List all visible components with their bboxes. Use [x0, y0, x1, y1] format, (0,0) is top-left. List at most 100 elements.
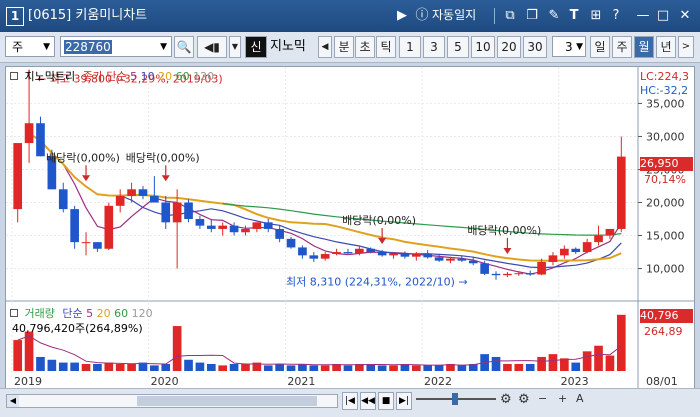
- volume-bar: [298, 363, 307, 371]
- volume-bar: [514, 363, 524, 371]
- btn-5[interactable]: 5: [447, 36, 469, 58]
- candle-body: [206, 225, 216, 229]
- y-tick-label: 30,000: [646, 130, 685, 143]
- scroll-thumb[interactable]: [137, 396, 317, 406]
- volume-bar: [161, 363, 171, 371]
- copy-icon[interactable]: ❐: [524, 7, 540, 24]
- btn-year[interactable]: 년: [656, 36, 676, 58]
- chevron-down-icon[interactable]: ▼: [229, 36, 241, 58]
- low-note: 최저 8,310 (224,31%, 2022/10) →: [286, 276, 468, 289]
- candle-body: [127, 189, 136, 196]
- btn-1[interactable]: 1: [399, 36, 421, 58]
- volume-bar: [582, 351, 592, 371]
- tool-icon[interactable]: ✎: [546, 7, 562, 24]
- btn-3[interactable]: 3: [423, 36, 445, 58]
- btn-minute[interactable]: 분: [334, 36, 354, 58]
- minus-icon[interactable]: −: [538, 392, 547, 405]
- y-tick-label: 15,000: [646, 230, 685, 243]
- volume-bar: [70, 362, 79, 371]
- dividend-label: 배당락(0,00%): [342, 214, 416, 227]
- chart-settings-icon[interactable]: ⚙: [518, 392, 530, 407]
- candle-body: [286, 238, 296, 248]
- period-select[interactable]: 주 ▼: [5, 36, 55, 57]
- candle-body: [503, 273, 512, 276]
- text-icon[interactable]: T: [566, 7, 582, 24]
- candle-body: [309, 255, 319, 259]
- candle-body: [616, 156, 626, 229]
- period-select-value: 주: [12, 40, 24, 54]
- code-input[interactable]: 228760 ▼: [60, 36, 172, 57]
- volume-bar: [241, 363, 250, 371]
- grid-icon[interactable]: ⊞: [588, 7, 604, 24]
- interval-select[interactable]: 3 ▼: [552, 36, 586, 57]
- new-button[interactable]: 신: [245, 36, 267, 58]
- volume-bar: [127, 363, 136, 371]
- btn-week[interactable]: 주: [612, 36, 632, 58]
- first-icon[interactable]: |◀: [342, 392, 358, 410]
- candle-body: [560, 248, 569, 256]
- candle-body: [548, 255, 558, 262]
- chevron-down-icon: ▼: [160, 42, 167, 52]
- plus-icon[interactable]: +: [558, 392, 567, 405]
- next-icon[interactable]: ▶|: [396, 392, 412, 410]
- chart-panel[interactable]: ← 최고 39,800 (-32,29%, 2019/03) 최저 8,310 (…: [5, 66, 695, 396]
- next-arrow-icon[interactable]: >: [678, 36, 694, 58]
- volume-bar: [47, 359, 57, 371]
- legend-ma-label: 종가 단순: [82, 70, 127, 83]
- candle-body: [218, 225, 228, 229]
- play-icon[interactable]: ▶: [396, 7, 408, 24]
- scroll-track[interactable]: ◀: [6, 394, 338, 408]
- chevron-down-icon: ▼: [43, 42, 50, 52]
- btn-month[interactable]: 월: [634, 36, 654, 58]
- speaker-icon[interactable]: ◀▮: [197, 36, 227, 58]
- scroll-left-icon[interactable]: ◀: [7, 395, 19, 407]
- window-number: 1: [6, 7, 24, 26]
- candle-body: [468, 260, 478, 264]
- info-icon[interactable]: ⓘ: [414, 7, 430, 24]
- volume-current: 40,796,420주(264,89%): [12, 322, 143, 335]
- candle-body: [104, 205, 114, 249]
- candle-body: [172, 202, 182, 223]
- btn-tick[interactable]: 틱: [376, 36, 396, 58]
- minimize-icon[interactable]: —: [636, 7, 650, 24]
- btn-day[interactable]: 일: [590, 36, 610, 58]
- btn-30[interactable]: 30: [523, 36, 547, 58]
- volume-bar: [434, 365, 444, 371]
- settings-icon[interactable]: ⚙: [500, 392, 512, 407]
- volume-bar: [229, 363, 239, 371]
- volume-bar: [104, 362, 114, 371]
- layout-icon[interactable]: ⧉: [502, 7, 518, 24]
- candle-body: [252, 222, 262, 229]
- volume-bar: [605, 355, 615, 371]
- candle-body: [195, 219, 205, 226]
- current-pct: 70,14%: [644, 173, 686, 186]
- legend-vol-ma-5: 5: [86, 307, 94, 320]
- memo-label[interactable]: 자동일지: [432, 7, 476, 24]
- y-tick-label: 10,000: [646, 263, 685, 276]
- auto-icon[interactable]: A: [576, 392, 584, 405]
- close-icon[interactable]: ✕: [678, 7, 692, 24]
- btn-20[interactable]: 20: [497, 36, 521, 58]
- zoom-slider-handle[interactable]: [452, 393, 458, 405]
- candle-body: [184, 202, 193, 220]
- search-icon[interactable]: 🔍: [174, 36, 194, 58]
- volume-bar: [58, 362, 68, 371]
- candle-body: [457, 258, 467, 261]
- volume-bar: [377, 365, 387, 371]
- maximize-icon[interactable]: □: [656, 7, 670, 24]
- stop-icon[interactable]: ■: [378, 392, 394, 410]
- candle-body: [36, 123, 45, 157]
- y-tick-label: 35,000: [646, 97, 685, 110]
- candle-body: [594, 235, 603, 243]
- help-icon[interactable]: ?: [610, 7, 622, 24]
- btn-second[interactable]: 초: [355, 36, 375, 58]
- legend-ma-10: 10: [140, 70, 155, 83]
- candle-body: [298, 247, 307, 256]
- volume-bar: [81, 363, 91, 371]
- prev-arrow-icon[interactable]: ◀: [318, 36, 332, 58]
- interval-select-value: 3: [565, 40, 573, 54]
- btn-10[interactable]: 10: [471, 36, 495, 58]
- candle-body: [332, 252, 341, 255]
- volume-bar: [93, 363, 102, 371]
- prev-icon[interactable]: ◀◀: [360, 392, 376, 410]
